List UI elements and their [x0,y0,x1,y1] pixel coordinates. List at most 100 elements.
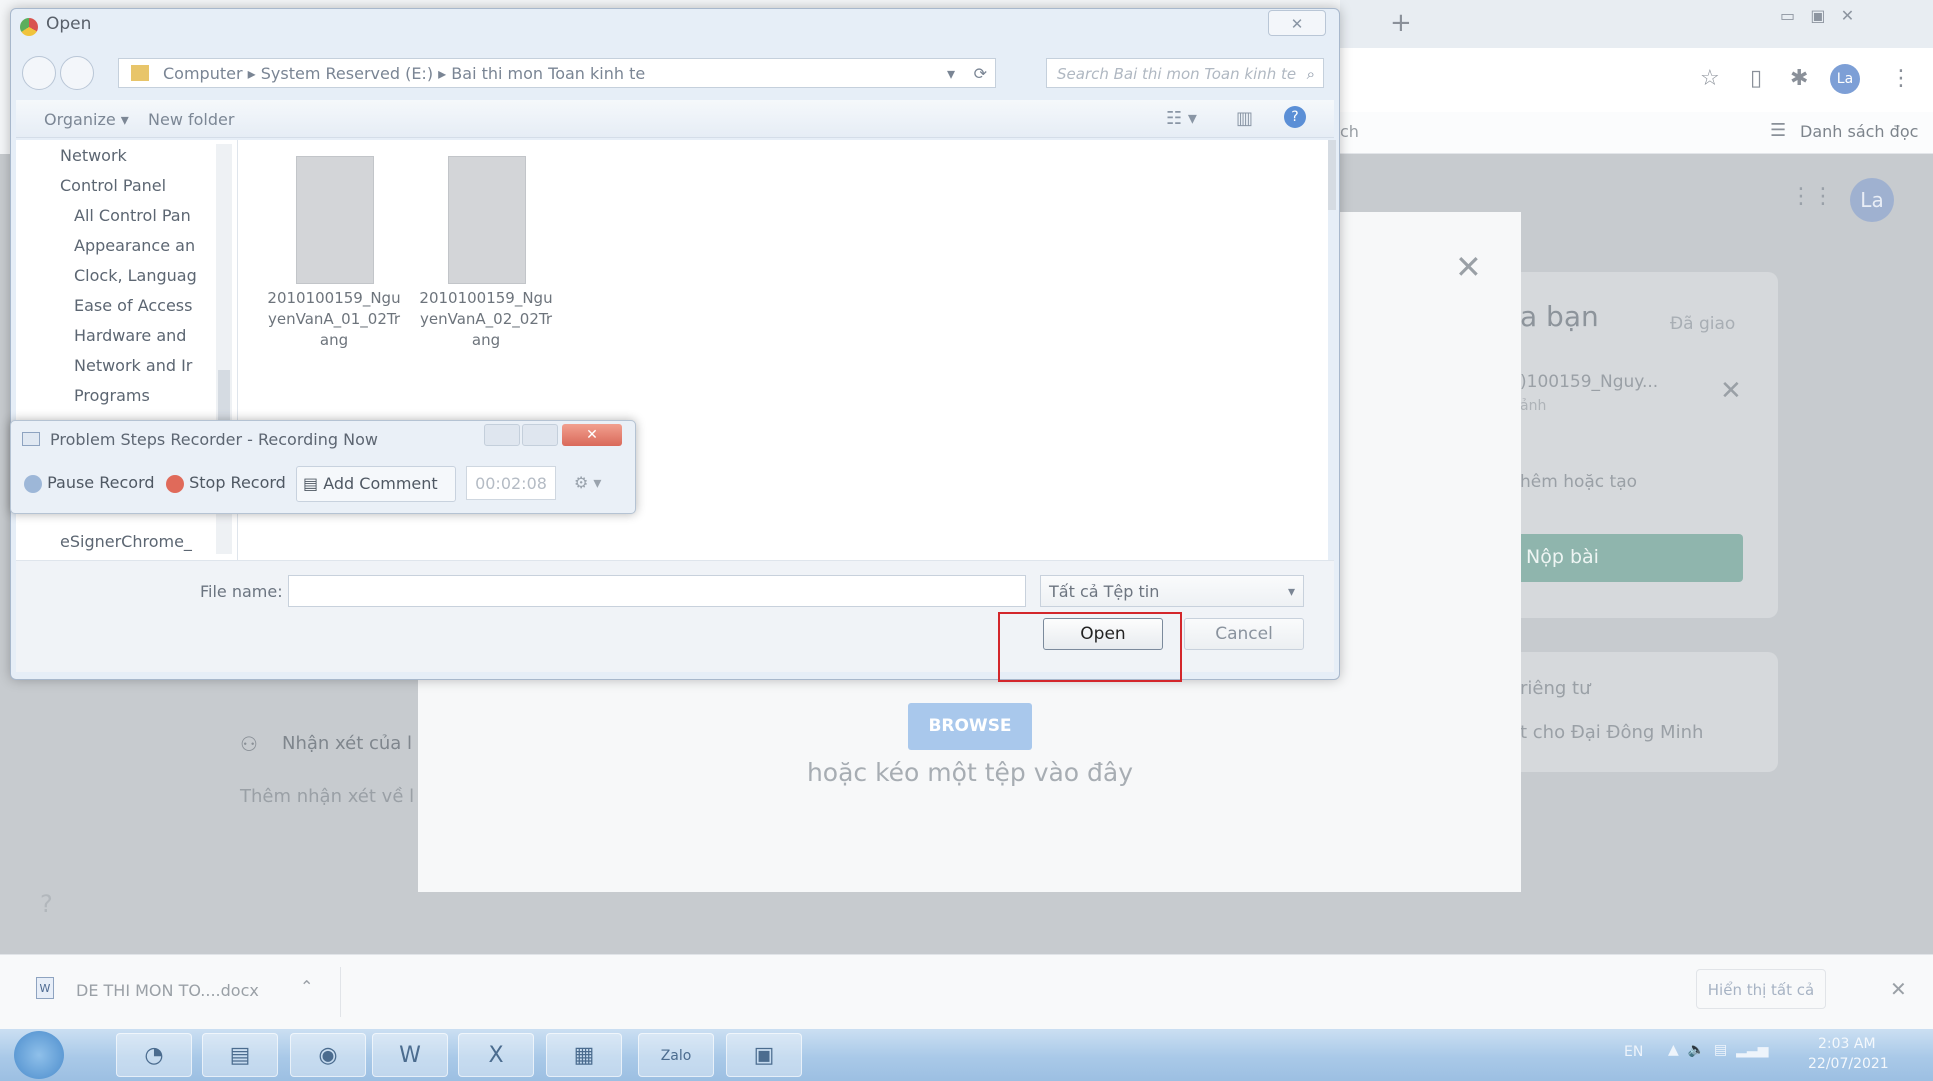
panel-title: a bạn [1520,300,1599,333]
word-doc-icon: W [36,977,54,999]
extension-icon[interactable]: ▯ [1750,66,1762,91]
folder-icon [131,65,149,81]
taskbar-word-icon[interactable]: W [372,1033,448,1077]
steps-recorder-close-button[interactable]: ✕ [562,424,622,446]
apps-grid-icon[interactable]: ⋮⋮ [1790,184,1834,209]
taskbar-explorer-icon[interactable]: ▤ [202,1033,278,1077]
nav-item-network-internet[interactable]: Network and Ir [74,356,204,375]
highlight-box [998,612,1182,682]
tab-fragment: ch [1340,122,1359,141]
file-name-2[interactable]: 2010100159_Ngu yenVanA_02_02Tr ang [416,288,556,351]
filename-label: File name: [200,582,283,601]
breadcrumb-separator-icon: ▸ [438,64,452,83]
class-comments-icon: ⚇ [240,732,258,756]
chrome-icon [20,18,38,36]
address-dropdown-icon[interactable]: ▾ [947,59,955,89]
preview-pane-icon[interactable]: ▥ [1236,108,1253,129]
submit-button[interactable]: Nộp bài [1506,534,1743,582]
nav-item-network[interactable]: Network [60,146,220,165]
breadcrumb-separator-icon: ▸ [247,64,261,83]
address-bar[interactable]: Computer ▸ System Reserved (E:) ▸ Bai th… [118,58,996,88]
add-or-create-button[interactable]: hêm hoặc tạo [1520,472,1637,492]
taskbar-app-1-icon[interactable]: ◔ [116,1033,192,1077]
show-all-button[interactable]: Hiển thị tất cả [1696,969,1826,1009]
file-thumbnail-2[interactable] [448,156,526,284]
private-comments-panel: riêng tư t cho Đại Đông Minh [1480,652,1778,772]
bookmarks-bar: ch ☰ Danh sách đọc [1340,112,1933,154]
filename-input[interactable]: ▾ [288,575,1053,607]
nav-item-ease-of-access[interactable]: Ease of Access [74,296,204,315]
window-controls[interactable]: ▭ ▣ ✕ [1780,6,1920,32]
drag-drop-hint: hoặc kéo một tệp vào đây [806,758,1134,787]
clock-date[interactable]: 22/07/2021 [1808,1056,1889,1072]
add-private-comment-link[interactable]: t cho Đại Đông Minh [1520,722,1703,743]
breadcrumb-computer[interactable]: Computer [163,64,243,83]
nav-item-programs[interactable]: Programs [74,386,204,405]
file-name-1[interactable]: 2010100159_Ngu yenVanA_01_02Tr ang [264,288,404,351]
add-comment-button[interactable]: ▤ Add Comment [296,466,456,502]
download-shelf: W DE THI MON TO....docx ⌃ Hiển thị tất c… [0,954,1933,1029]
close-download-bar-icon[interactable]: ✕ [1890,977,1907,1001]
tray-icons[interactable]: ▲ 🔈 ▤ ▂▃▅ [1668,1042,1768,1058]
stop-record-button[interactable]: Stop Record [166,466,286,500]
profile-avatar[interactable]: La [1830,64,1860,94]
maximize-button[interactable] [522,424,558,446]
new-folder-button[interactable]: New folder [148,110,234,129]
settings-dropdown-icon[interactable]: ⚙ ▾ [574,466,601,500]
language-indicator[interactable]: EN [1624,1044,1643,1060]
forward-button[interactable] [60,56,94,90]
classroom-avatar[interactable]: La [1850,178,1894,222]
file-type-value: Tất cả Tệp tin [1049,582,1160,601]
star-icon[interactable]: ☆ [1700,66,1720,91]
class-comments-label: Nhận xét của l [282,733,413,754]
attachment-type: ảnh [1520,398,1547,414]
nav-item-hardware[interactable]: Hardware and [74,326,204,345]
add-class-comment-link[interactable]: Thêm nhận xét về l [240,786,414,807]
clock-time[interactable]: 2:03 AM [1818,1036,1876,1052]
cancel-button[interactable]: Cancel [1184,618,1304,650]
attachment-name[interactable]: )100159_Nguy... [1520,372,1658,392]
help-icon[interactable]: ? [1284,106,1306,128]
taskbar-winrar-icon[interactable]: ▦ [546,1033,622,1077]
view-options-icon[interactable]: ☷ ▾ [1166,108,1197,129]
new-tab-icon[interactable]: + [1390,8,1412,38]
nav-item-appearance[interactable]: Appearance an [74,236,204,255]
chevron-up-icon[interactable]: ⌃ [300,977,313,996]
nav-item-control-panel[interactable]: Control Panel [60,176,220,195]
close-icon[interactable]: ✕ [1455,248,1482,286]
start-button[interactable] [14,1031,64,1079]
download-divider [340,967,341,1017]
chrome-toolbar: ☆ ▯ ✱ La ⋮ [1340,48,1933,112]
minimize-button[interactable] [484,424,520,446]
reading-list-button[interactable]: Danh sách đọc [1800,122,1918,141]
chrome-tab-strip: + ▭ ▣ ✕ [1340,0,1933,48]
nav-item-all-control-panel[interactable]: All Control Pan [74,206,204,225]
browse-button[interactable]: BROWSE [908,703,1032,750]
search-icon[interactable]: ⌕ [1307,59,1315,89]
pause-icon [24,474,42,493]
dialog-close-button[interactable]: ✕ [1268,10,1326,36]
menu-icon[interactable]: ⋮ [1890,66,1912,91]
help-icon[interactable]: ? [40,890,53,918]
file-thumbnail-1[interactable] [296,156,374,284]
organize-button[interactable]: Organize ▾ [44,110,129,129]
pause-record-button[interactable]: Pause Record [24,466,155,500]
command-bar: Organize ▾ New folder ☷ ▾ ▥ ? [16,100,1334,138]
search-input[interactable]: Search Bai thi mon Toan kinh te ⌕ [1046,58,1324,88]
breadcrumb-drive[interactable]: System Reserved (E:) [261,64,433,83]
refresh-icon[interactable]: ⟳ [974,59,987,89]
taskbar-excel-icon[interactable]: X [458,1033,534,1077]
remove-attachment-icon[interactable]: ✕ [1720,376,1742,406]
file-list-scrollbar[interactable] [1328,140,1336,210]
nav-item-clock-language[interactable]: Clock, Languag [74,266,204,285]
reading-list-icon[interactable]: ☰ [1770,120,1786,141]
back-button[interactable] [22,56,56,90]
taskbar-steps-recorder-icon[interactable]: ▣ [726,1033,802,1077]
puzzle-icon[interactable]: ✱ [1790,66,1808,91]
nav-item-esignerchrome[interactable]: eSignerChrome_ [60,532,210,551]
breadcrumb-folder[interactable]: Bai thi mon Toan kinh te [451,64,645,83]
download-item[interactable]: DE THI MON TO....docx [76,981,259,1000]
file-type-select[interactable]: Tất cả Tệp tin ▾ [1040,575,1304,607]
taskbar-zalo-icon[interactable]: Zalo [638,1033,714,1077]
taskbar-chrome-icon[interactable]: ◉ [290,1033,366,1077]
